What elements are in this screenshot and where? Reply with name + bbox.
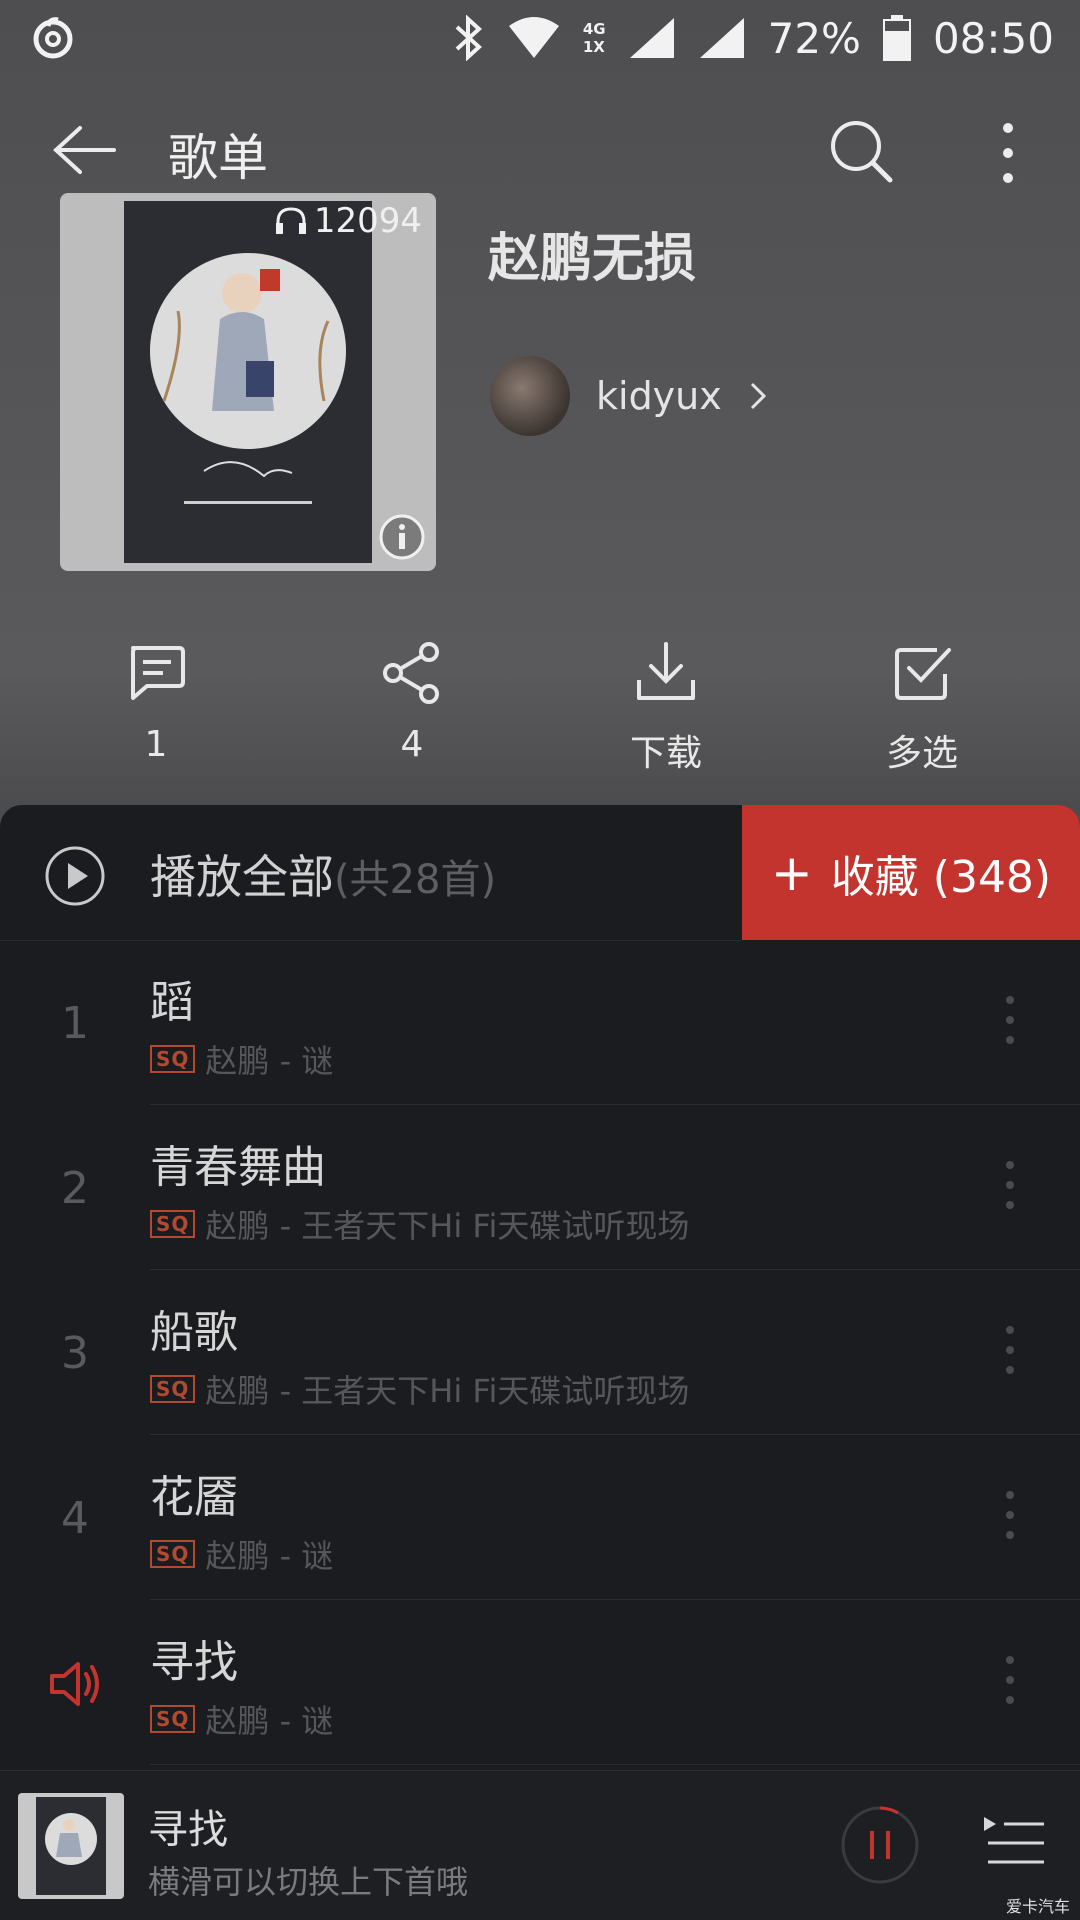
more-options-icon[interactable] — [1000, 1650, 1020, 1710]
mini-player[interactable]: 寻找 横滑可以切换上下首哦 爱卡汽车 — [0, 1770, 1080, 1920]
avatar — [490, 356, 570, 436]
bluetooth-icon — [455, 15, 482, 61]
network-type-label: 4G 1X — [583, 20, 606, 56]
play-all-label: 播放全部 — [150, 850, 334, 904]
top-app-bar: 歌单 — [0, 100, 1080, 200]
more-options-icon[interactable] — [980, 118, 1036, 188]
song-row[interactable]: 3 船歌 SQ 赵鹏 - 王者天下Hi Fi天碟试听现场 — [0, 1270, 1080, 1435]
comment-button[interactable]: 1 — [76, 640, 236, 765]
wifi-icon — [508, 17, 559, 58]
more-options-icon[interactable] — [1000, 1320, 1020, 1380]
play-count: 12094 — [274, 201, 422, 241]
multi-select-button[interactable]: 多选 — [842, 640, 1002, 776]
album-art — [124, 201, 372, 563]
song-count: (共28首) — [334, 857, 497, 903]
back-arrow-icon[interactable] — [50, 124, 118, 176]
netease-music-icon — [33, 17, 73, 59]
song-meta: SQ 赵鹏 - 王者天下Hi Fi天碟试听现场 — [150, 1201, 689, 1247]
playlist-name: 赵鹏无损 — [488, 229, 697, 289]
thumbnail-illustration — [45, 1813, 97, 1865]
signal-icon — [629, 18, 674, 58]
artist-album: 赵鹏 - 谜 — [205, 1042, 334, 1080]
multi-select-label: 多选 — [885, 733, 958, 774]
song-title: 蹈 — [150, 977, 194, 1028]
song-row[interactable]: 2 青春舞曲 SQ 赵鹏 - 王者天下Hi Fi天碟试听现场 — [0, 1105, 1080, 1270]
play-circle-icon — [45, 846, 105, 906]
signal-icon-2 — [699, 18, 744, 58]
now-playing-thumbnail — [18, 1793, 124, 1899]
comment-icon — [131, 646, 185, 700]
song-row[interactable]: 4 花靥 SQ 赵鹏 - 谜 — [0, 1435, 1080, 1600]
download-button[interactable]: 下载 — [586, 640, 746, 776]
page-title: 歌单 — [168, 129, 268, 187]
collect-button[interactable]: + 收藏 (348) — [742, 805, 1080, 940]
playlist-cover[interactable]: 12094 — [60, 193, 436, 571]
song-index: 1 — [61, 998, 89, 1049]
share-button[interactable]: 4 — [332, 640, 492, 765]
song-list-panel: 播放全部(共28首) + 收藏 (348) 1 蹈 SQ 赵鹏 - 谜 2 青春舞曲… — [0, 805, 1080, 1920]
more-options-icon[interactable] — [1000, 990, 1020, 1050]
sq-badge: SQ — [150, 1705, 196, 1733]
song-title: 花靥 — [150, 1472, 238, 1523]
artist-album: 赵鹏 - 王者天下Hi Fi天碟试听现场 — [205, 1372, 690, 1410]
search-icon[interactable] — [828, 118, 894, 184]
song-index: 4 — [61, 1493, 89, 1544]
speaker-icon — [50, 1662, 99, 1706]
sq-badge: SQ — [150, 1045, 196, 1073]
download-label: 下载 — [629, 733, 702, 774]
song-row[interactable]: 寻找 SQ 赵鹏 - 谜 — [0, 1600, 1080, 1765]
network-1x-label: 1X — [582, 38, 605, 56]
share-icon — [383, 642, 439, 704]
creator-name: kidyux — [596, 374, 722, 418]
more-options-icon[interactable] — [1000, 1485, 1020, 1545]
comment-count: 1 — [144, 724, 168, 765]
now-playing-title: 寻找 — [148, 1807, 228, 1853]
multi-select-icon — [895, 648, 951, 700]
share-count: 4 — [400, 724, 424, 765]
info-icon[interactable] — [378, 513, 426, 561]
song-title: 船歌 — [150, 1307, 238, 1358]
song-meta: SQ 赵鹏 - 谜 — [150, 1696, 333, 1742]
song-meta: SQ 赵鹏 - 王者天下Hi Fi天碟试听现场 — [150, 1366, 689, 1412]
status-bar: 4G 1X 72% 08:50 — [0, 0, 1080, 76]
chevron-right-icon — [750, 382, 766, 410]
clock: 08:50 — [932, 13, 1054, 63]
collect-label: 收藏 (348) — [830, 851, 1052, 903]
swipe-hint: 横滑可以切换上下首哦 — [148, 1863, 469, 1901]
action-row: 1 4 下载 多选 — [0, 640, 1080, 780]
screen: 4G 1X 72% 08:50 歌单 12094 赵鹏无损 kidyux 1 4… — [0, 0, 1080, 1920]
song-row[interactable]: 1 蹈 SQ 赵鹏 - 谜 — [0, 940, 1080, 1105]
sq-badge: SQ — [150, 1375, 196, 1403]
sq-badge: SQ — [150, 1210, 196, 1238]
artist-album: 赵鹏 - 王者天下Hi Fi天碟试听现场 — [205, 1207, 690, 1245]
artist-album: 赵鹏 - 谜 — [205, 1537, 334, 1575]
song-index: 3 — [61, 1328, 89, 1379]
creator-link[interactable]: kidyux — [490, 356, 768, 436]
download-icon — [637, 642, 695, 700]
cover-illustration — [124, 201, 372, 563]
song-title: 寻找 — [150, 1637, 238, 1688]
watermark: 爱卡汽车 — [1005, 1897, 1070, 1916]
play-count-value: 12094 — [313, 201, 422, 241]
song-title: 青春舞曲 — [150, 1142, 326, 1193]
artist-album: 赵鹏 - 谜 — [205, 1702, 334, 1740]
playlist-queue-icon[interactable] — [982, 1813, 1046, 1873]
thumbnail-art — [36, 1797, 106, 1895]
battery-percent: 72% — [767, 13, 861, 63]
play-all-button[interactable]: 播放全部(共28首) — [0, 805, 742, 941]
battery-icon — [882, 15, 911, 61]
sq-badge: SQ — [150, 1540, 196, 1568]
plus-icon: + — [770, 843, 813, 902]
row-divider — [150, 1764, 1080, 1765]
song-meta: SQ 赵鹏 - 谜 — [150, 1531, 333, 1577]
network-4g-label: 4G — [582, 20, 606, 38]
play-all-text: 播放全部(共28首) — [150, 841, 496, 907]
song-index: 2 — [61, 1163, 89, 1214]
headphones-icon — [275, 207, 306, 234]
song-meta: SQ 赵鹏 - 谜 — [150, 1036, 333, 1082]
more-options-icon[interactable] — [1000, 1155, 1020, 1215]
pause-icon[interactable] — [840, 1805, 920, 1885]
